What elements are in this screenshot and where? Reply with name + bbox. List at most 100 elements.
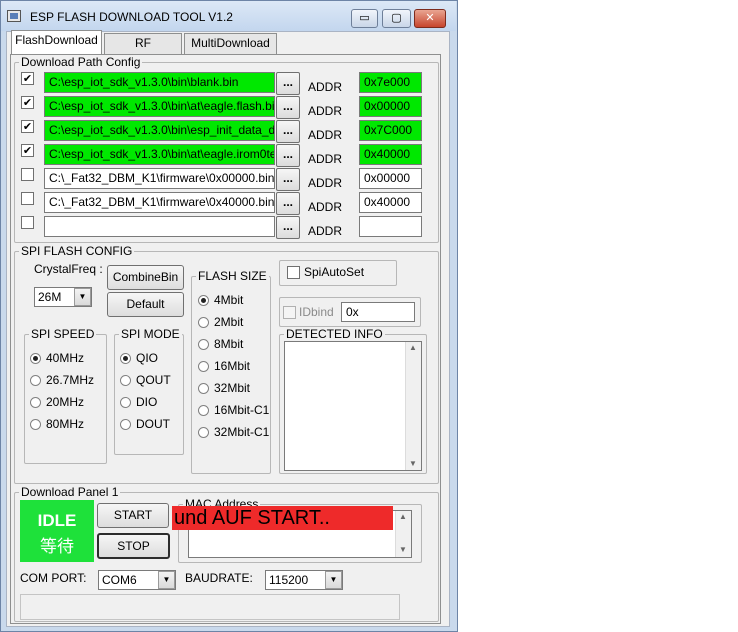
flash-size-radio[interactable]: [198, 361, 209, 372]
path-checkbox[interactable]: ✔: [21, 120, 34, 133]
addr-label: ADDR: [308, 104, 343, 118]
addr-input[interactable]: 0x7e000: [359, 72, 422, 93]
flash-size-radio[interactable]: [198, 427, 209, 438]
path-input[interactable]: C:\esp_iot_sdk_v1.3.0\bin\at\eagle.flash…: [44, 96, 275, 117]
path-checkbox[interactable]: [21, 192, 34, 205]
addr-input[interactable]: 0x00000: [359, 96, 422, 117]
spi-speed-option-label: 20MHz: [46, 395, 85, 409]
browse-button[interactable]: ...: [276, 216, 300, 239]
progress-bar: [20, 594, 400, 620]
overlay-message: und AUF START..: [172, 506, 393, 530]
browse-button[interactable]: ...: [276, 96, 300, 119]
maximize-icon[interactable]: ▢: [382, 9, 411, 28]
browse-button[interactable]: ...: [276, 192, 300, 215]
detected-info-scrollbar[interactable]: [405, 342, 421, 470]
flash-size-radio[interactable]: [198, 339, 209, 350]
path-input[interactable]: [44, 216, 275, 237]
download-panel-legend: Download Panel 1: [21, 485, 119, 499]
addr-label: ADDR: [308, 128, 343, 142]
flash-size-radio[interactable]: [198, 295, 209, 306]
baud-chevron-down-icon[interactable]: ▼: [325, 571, 342, 589]
path-input[interactable]: C:\esp_iot_sdk_v1.3.0\bin\at\eagle.irom0…: [44, 144, 275, 165]
path-checkbox[interactable]: [21, 168, 34, 181]
browse-button[interactable]: ...: [276, 144, 300, 167]
flash-size-option-label: 2Mbit: [214, 315, 244, 329]
tab-flash-download[interactable]: FlashDownload: [11, 30, 102, 54]
minimize-icon[interactable]: ▭: [351, 9, 378, 28]
status-indicator: IDLE 等待: [20, 500, 94, 562]
baudrate-value: 115200: [269, 573, 309, 587]
spi-speed-radio[interactable]: [30, 353, 41, 364]
flash-size-option-label: 32Mbit: [214, 381, 251, 395]
spi-mode-radio[interactable]: [120, 419, 131, 430]
addr-input[interactable]: 0x00000: [359, 168, 422, 189]
path-input[interactable]: C:\_Fat32_DBM_K1\firmware\0x00000.bin: [44, 168, 275, 189]
spi-speed-option-label: 40MHz: [46, 351, 85, 365]
default-button[interactable]: Default: [107, 292, 184, 317]
addr-input[interactable]: 0x40000: [359, 192, 422, 213]
start-button[interactable]: START: [97, 503, 169, 528]
spi-mode-option-label: DIO: [136, 395, 158, 409]
detected-info-textarea[interactable]: [284, 341, 422, 471]
spi-mode-radio[interactable]: [120, 353, 131, 364]
path-checkbox[interactable]: ✔: [21, 144, 34, 157]
path-input[interactable]: C:\_Fat32_DBM_K1\firmware\0x40000.bin: [44, 192, 275, 213]
spi-mode-group: SPI MODE: [114, 327, 184, 455]
flash-size-option-label: 8Mbit: [214, 337, 244, 351]
flash-size-option-label: 16Mbit-C1: [214, 403, 270, 417]
spi-auto-set-checkbox[interactable]: [287, 266, 300, 279]
addr-input[interactable]: 0x7C000: [359, 120, 422, 141]
spi-speed-radio[interactable]: [30, 397, 41, 408]
crystal-freq-value: 26M: [38, 290, 62, 304]
path-input[interactable]: C:\esp_iot_sdk_v1.3.0\bin\blank.bin: [44, 72, 275, 93]
spi-mode-radio[interactable]: [120, 375, 131, 386]
spi-mode-radio[interactable]: [120, 397, 131, 408]
flash-size-option-label: 32Mbit-C1: [214, 425, 270, 439]
com-port-label: COM PORT:: [20, 571, 87, 585]
idbind-checkbox[interactable]: [283, 306, 296, 319]
flash-size-option-label: 16Mbit: [214, 359, 251, 373]
spi-mode-option-label: QIO: [136, 351, 159, 365]
idbind-input[interactable]: 0x: [341, 302, 415, 322]
path-checkbox[interactable]: ✔: [21, 72, 34, 85]
tab-rf-init-config[interactable]: RF InitConfig: [104, 33, 182, 69]
combine-bin-button[interactable]: CombineBin: [107, 265, 184, 290]
addr-input[interactable]: 0x40000: [359, 144, 422, 165]
baudrate-label: BAUDRATE:: [185, 571, 253, 585]
download-path-legend: Download Path Config: [21, 55, 141, 69]
addr-label: ADDR: [308, 200, 343, 214]
status-text-en: IDLE: [37, 511, 77, 530]
addr-label: ADDR: [308, 176, 343, 190]
idbind-label: IDbind: [299, 305, 334, 319]
close-icon[interactable]: ✕: [414, 9, 446, 28]
spi-flash-config-legend: SPI FLASH CONFIG: [21, 244, 133, 258]
mac-scroll-up-icon[interactable]: ▲: [395, 512, 411, 521]
browse-button[interactable]: ...: [276, 72, 300, 95]
status-text-cn: 等待: [40, 537, 74, 557]
addr-input[interactable]: [359, 216, 422, 237]
tab-multi-download[interactable]: MultiDownload: [184, 33, 277, 54]
browse-button[interactable]: ...: [276, 120, 300, 143]
crystal-freq-label: CrystalFreq :: [34, 262, 103, 276]
spi-speed-radio[interactable]: [30, 419, 41, 430]
spi-speed-legend: SPI SPEED: [31, 327, 95, 341]
path-checkbox[interactable]: ✔: [21, 96, 34, 109]
app-icon: [7, 10, 21, 22]
stop-button[interactable]: STOP: [97, 533, 170, 559]
chevron-down-icon[interactable]: ▼: [74, 288, 91, 306]
path-checkbox[interactable]: [21, 216, 34, 229]
scroll-up-icon[interactable]: ▲: [405, 343, 421, 352]
spi-speed-radio[interactable]: [30, 375, 41, 386]
flash-size-radio[interactable]: [198, 383, 209, 394]
com-port-value: COM6: [102, 573, 137, 587]
com-chevron-down-icon[interactable]: ▼: [158, 571, 175, 589]
scroll-down-icon[interactable]: ▼: [405, 459, 421, 468]
window-title: ESP FLASH DOWNLOAD TOOL V1.2: [30, 10, 233, 24]
mac-scroll-down-icon[interactable]: ▼: [395, 545, 411, 554]
flash-size-radio[interactable]: [198, 317, 209, 328]
spi-mode-option-label: DOUT: [136, 417, 170, 431]
flash-size-radio[interactable]: [198, 405, 209, 416]
path-input[interactable]: C:\esp_iot_sdk_v1.3.0\bin\esp_init_data_…: [44, 120, 275, 141]
detected-info-legend: DETECTED INFO: [286, 327, 383, 341]
browse-button[interactable]: ...: [276, 168, 300, 191]
